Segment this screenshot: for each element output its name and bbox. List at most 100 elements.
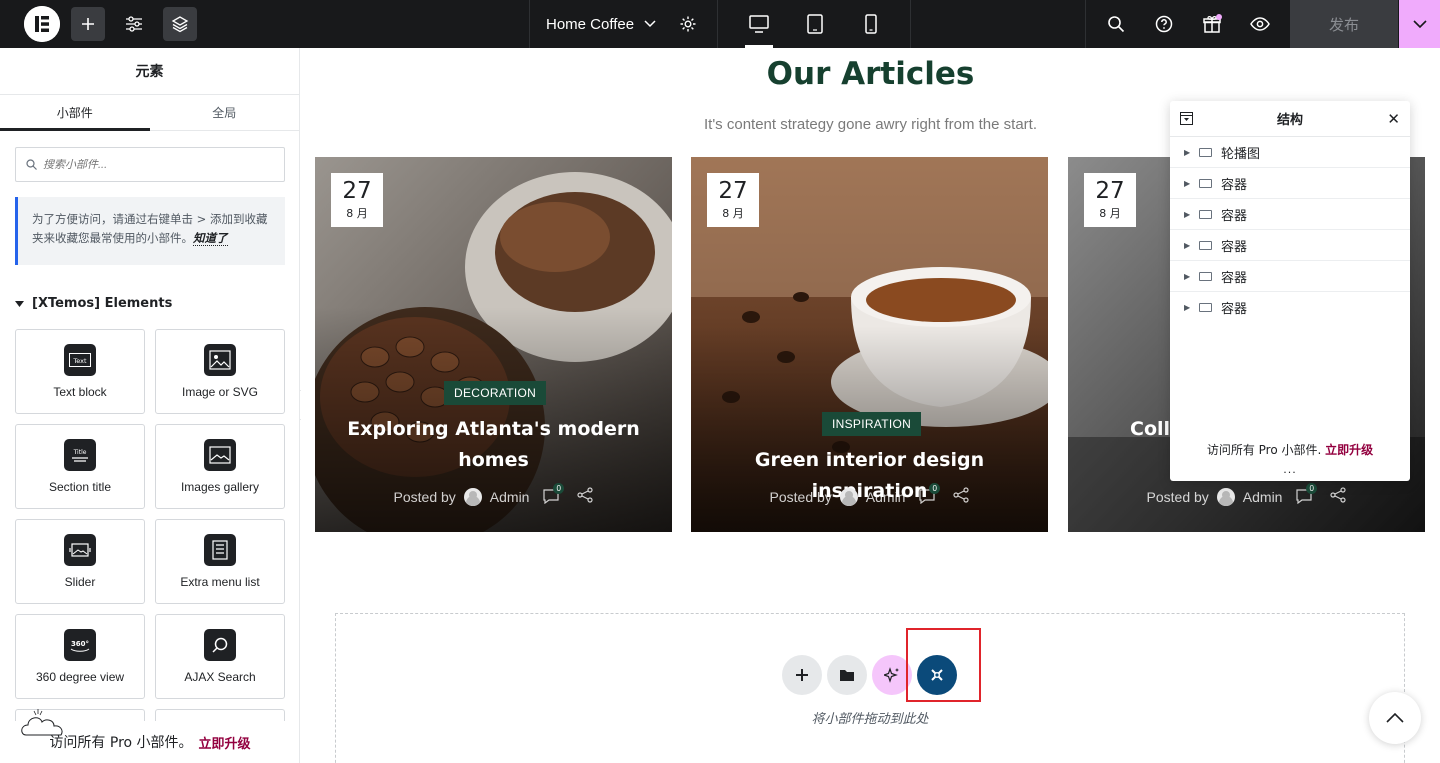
menu-list-icon [204,534,236,566]
structure-item[interactable]: ▶ 容器 [1170,199,1410,230]
tab-widgets[interactable]: 小部件 [0,95,150,131]
empty-drop-zone[interactable] [335,613,1405,763]
structure-item[interactable]: ▶ 容器 [1170,168,1410,199]
elementor-logo-icon[interactable] [24,6,60,42]
caret-right-icon[interactable]: ▶ [1184,179,1190,188]
help-icon [1155,15,1173,33]
posted-by-label: Posted by [1146,488,1209,505]
structure-item[interactable]: ▶ 轮播图 [1170,137,1410,168]
resize-handle[interactable]: ... [1170,463,1410,476]
structure-button[interactable] [163,7,197,41]
post-title[interactable]: Exploring Atlanta's modern homes [335,414,652,476]
post-card[interactable]: 27 8 月 INSPIRATION Green interior design… [691,157,1048,532]
gear-icon [680,16,696,32]
caret-right-icon[interactable]: ▶ [1184,241,1190,250]
caret-right-icon[interactable]: ▶ [1184,210,1190,219]
add-section-button[interactable] [782,655,822,695]
widget-ajax-search[interactable]: AJAX Search [155,614,285,699]
highlight-box [906,628,981,702]
caret-right-icon[interactable]: ▶ [1184,272,1190,281]
page-selector[interactable]: Home Coffee [546,0,656,48]
dismiss-tip-link[interactable]: 知道了 [193,231,228,246]
desktop-icon [749,15,769,33]
tip-text: 为了方便访问，请通过右键单击 > 添加到收藏夹来收藏您最常使用的小部件。 [32,212,268,245]
page-name: Home Coffee [546,15,635,33]
search-icon [26,159,37,170]
widget-label: 360 degree view [35,670,125,684]
post-title-line: homes [458,449,529,471]
author-name[interactable]: Admin [866,489,906,505]
dock-icon[interactable] [1180,112,1193,125]
search-button[interactable] [1099,7,1133,41]
share-icon[interactable] [953,487,970,506]
comments-icon[interactable]: 0 [543,482,564,505]
divider [529,0,530,48]
widget-slider[interactable]: Slider [15,519,145,604]
comment-count: 0 [553,482,564,494]
widget-text-block[interactable]: Text Text block [15,329,145,414]
caret-down-icon [15,300,24,307]
preview-button[interactable] [1243,7,1277,41]
structure-upgrade-link[interactable]: 立即升级 [1325,443,1373,457]
widget-search-input[interactable] [43,158,263,171]
category-header[interactable]: [XTemos] Elements [15,296,172,311]
comments-icon[interactable]: 0 [1296,482,1317,505]
container-icon [1199,178,1212,188]
container-icon [1199,209,1212,219]
chevron-down-icon [1412,19,1427,28]
gallery-icon [204,439,236,471]
post-month: 8 月 [1099,207,1121,220]
caret-right-icon[interactable]: ▶ [1184,303,1190,312]
caret-right-icon[interactable]: ▶ [1184,148,1190,157]
container-icon [1199,303,1212,312]
widget-grid: Text Text block Image or SVG Title Secti… [15,329,285,739]
close-icon[interactable]: ✕ [1387,110,1400,128]
layers-icon [171,16,189,33]
desktop-view-button[interactable] [731,0,787,48]
search-icon [1108,16,1125,33]
structure-item[interactable]: ▶ 容器 [1170,230,1410,261]
tab-global[interactable]: 全局 [150,95,300,130]
structure-item-label: 容器 [1221,302,1248,317]
tablet-view-button[interactable] [787,0,843,48]
structure-item[interactable]: ▶ 容器 [1170,261,1410,292]
widget-images-gallery[interactable]: Images gallery [155,424,285,509]
author-name[interactable]: Admin [1243,489,1283,505]
author-name[interactable]: Admin [490,489,530,505]
mobile-view-button[interactable] [843,0,899,48]
widget-label: Image or SVG [181,385,259,399]
category-badge[interactable]: DECORATION [444,381,547,405]
posted-by-label: Posted by [393,488,456,505]
category-title: [XTemos] Elements [32,296,173,311]
share-icon[interactable] [1330,487,1347,506]
scroll-to-top-button[interactable] [1369,692,1421,744]
site-settings-button[interactable] [117,7,151,41]
share-icon[interactable] [577,487,594,506]
category-badge[interactable]: INSPIRATION [822,412,922,436]
plus-icon [796,669,808,681]
post-month: 8 月 [722,207,744,220]
widget-section-title[interactable]: Title Section title [15,424,145,509]
image-icon [204,344,236,376]
upgrade-link[interactable]: 立即升级 [199,733,251,752]
add-template-button[interactable] [827,655,867,695]
widget-360-view[interactable]: 360° 360 degree view [15,614,145,699]
add-element-button[interactable] [71,7,105,41]
container-icon [1199,271,1212,281]
structure-item-label: 容器 [1221,239,1248,255]
comments-icon[interactable]: 0 [919,482,940,505]
widget-extra-menu-list[interactable]: Extra menu list [155,519,285,604]
chevron-down-icon [644,20,656,28]
publish-options-button[interactable] [1399,0,1440,48]
section-heading[interactable]: Our Articles [301,56,1440,92]
whats-new-button[interactable] [1195,7,1229,41]
widget-label: Slider [64,575,96,589]
help-button[interactable] [1147,7,1181,41]
page-settings-button[interactable] [671,7,705,41]
widget-image-svg[interactable]: Image or SVG [155,329,285,414]
structure-item[interactable]: ▶ 容器 [1170,292,1410,323]
svg-text:360°: 360° [71,640,89,648]
publish-button[interactable]: 发布 [1290,0,1398,48]
drop-zone-label: 将小部件拖动到此处 [811,712,929,727]
post-card[interactable]: 27 8 月 DECORATION Exploring Atlanta's mo… [315,157,672,532]
